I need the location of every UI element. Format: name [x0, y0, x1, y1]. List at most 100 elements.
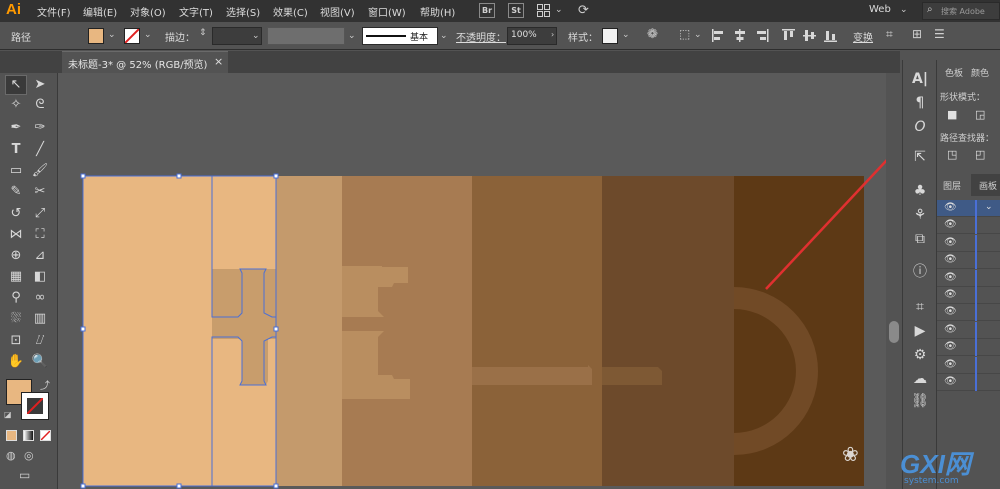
transform-panel-icon[interactable]: ⊞	[912, 27, 922, 41]
screen-mode-icon[interactable]: ▭	[19, 468, 30, 482]
gradient-tool-icon[interactable]: ◧	[31, 268, 49, 286]
rotate-tool-icon[interactable]: ↺	[7, 205, 25, 223]
panel-menu-icon[interactable]: ☰	[934, 27, 945, 41]
links-panel-icon[interactable]: ⛓	[911, 392, 929, 410]
align-bottom-icon[interactable]	[824, 29, 838, 42]
visibility-eye-icon[interactable]: 👁	[944, 376, 957, 387]
minus-front-icon[interactable]: ◲	[975, 108, 985, 121]
arrange-documents-icon[interactable]	[537, 4, 550, 17]
align-right-icon[interactable]	[755, 29, 769, 42]
tab-artboards[interactable]: 画板	[979, 179, 997, 192]
chevron-right-icon[interactable]: ›	[551, 30, 554, 39]
bridge-button[interactable]: Br	[479, 3, 495, 18]
character-panel-icon[interactable]: A|	[911, 70, 929, 88]
chevron-down-icon[interactable]: ⌄	[144, 30, 152, 40]
graphic-style-swatch[interactable]	[602, 28, 618, 44]
visibility-eye-icon[interactable]: 👁	[944, 254, 957, 265]
fill-swatch[interactable]	[88, 28, 104, 44]
color-mode-icon[interactable]	[6, 430, 17, 441]
align-top-icon[interactable]	[782, 29, 796, 42]
menu-help[interactable]: 帮助(H)	[420, 4, 455, 19]
align-center-icon[interactable]	[733, 29, 747, 42]
slice-tool-icon[interactable]: ⌰	[31, 332, 49, 350]
tab-layers[interactable]: 图层	[943, 179, 961, 192]
menu-edit[interactable]: 编辑(E)	[83, 4, 117, 19]
stepper-icon[interactable]: ⇕	[199, 28, 207, 38]
isolate-icon[interactable]: ⌗	[886, 27, 893, 42]
layer-row[interactable]: 👁	[937, 252, 1000, 270]
scrollbar-thumb[interactable]	[889, 321, 899, 343]
stock-button[interactable]: St	[508, 3, 524, 18]
shaper-tool-icon[interactable]: ✎	[7, 183, 25, 201]
tab-swatches[interactable]: 色板	[945, 66, 963, 79]
stroke-color-box[interactable]	[21, 392, 49, 420]
menu-type[interactable]: 文字(T)	[179, 4, 213, 19]
divide-icon[interactable]: ◳	[947, 148, 957, 161]
align-to-icon[interactable]: ⬚	[679, 27, 690, 41]
chevron-down-icon[interactable]: ⌄	[108, 30, 116, 40]
visibility-eye-icon[interactable]: 👁	[944, 359, 957, 370]
visibility-eye-icon[interactable]: 👁	[944, 324, 957, 335]
eyedropper-tool-icon[interactable]: ⚲	[7, 289, 25, 307]
symbols-panel-icon[interactable]: ♣	[911, 182, 929, 200]
actions-panel-icon[interactable]: ▶	[911, 322, 929, 340]
width-tool-icon[interactable]: ⋈	[7, 226, 25, 244]
info-panel-icon[interactable]: ⓘ	[911, 263, 929, 281]
mesh-tool-icon[interactable]: ▦	[7, 268, 25, 286]
search-box[interactable]: ⌕ 搜索 Adobe	[922, 2, 1000, 20]
align-left-icon[interactable]	[712, 29, 726, 42]
pen-tool-icon[interactable]: ✒	[7, 119, 25, 137]
chevron-down-icon[interactable]: ⌄	[348, 31, 356, 41]
direct-selection-tool-icon[interactable]: ➤	[31, 76, 49, 94]
zoom-tool-icon[interactable]: 🔍	[31, 353, 49, 371]
artboard[interactable]	[58, 73, 886, 489]
chevron-down-icon[interactable]: ⌄	[900, 5, 908, 15]
visibility-eye-icon[interactable]: 👁	[944, 341, 957, 352]
brushes-panel-icon[interactable]: ⚘	[911, 206, 929, 224]
visibility-eye-icon[interactable]: 👁	[944, 289, 957, 300]
free-transform-tool-icon[interactable]: ⛶	[31, 226, 49, 244]
opacity-label[interactable]: 不透明度：	[456, 29, 506, 44]
column-graph-tool-icon[interactable]: ▥	[31, 310, 49, 328]
layer-row[interactable]: 👁	[937, 269, 1000, 287]
variable-width-profile[interactable]	[267, 27, 345, 45]
menu-window[interactable]: 窗口(W)	[368, 4, 406, 19]
default-colors-icon[interactable]: ◪	[4, 410, 12, 419]
unite-icon[interactable]: ■	[947, 108, 957, 121]
menu-file[interactable]: 文件(F)	[37, 4, 71, 19]
perspective-grid-tool-icon[interactable]: ⊿	[31, 247, 49, 265]
visibility-eye-icon[interactable]: 👁	[944, 237, 957, 248]
menu-effect[interactable]: 效果(C)	[273, 4, 308, 19]
chevron-down-icon[interactable]: ⌄	[440, 31, 448, 41]
tab-color[interactable]: 颜色	[971, 66, 989, 79]
layer-row[interactable]: 👁	[937, 287, 1000, 304]
visibility-eye-icon[interactable]: 👁	[944, 202, 957, 213]
rectangle-tool-icon[interactable]: ▭	[7, 162, 25, 180]
recolor-artwork-icon[interactable]: ❁	[647, 27, 658, 42]
layer-row[interactable]: 👁	[937, 304, 1000, 322]
draw-inside-icon[interactable]: ◎	[24, 449, 34, 462]
menu-select[interactable]: 选择(S)	[226, 4, 260, 19]
layer-row[interactable]: 👁 ⌄	[937, 200, 1000, 217]
transform-link[interactable]: 变换	[853, 29, 873, 44]
brush-definition-field[interactable]: 基本	[362, 27, 438, 45]
close-icon[interactable]: ×	[214, 55, 223, 68]
layer-row[interactable]: 👁	[937, 356, 1000, 374]
opentype-panel-icon[interactable]: O	[911, 118, 929, 136]
menu-view[interactable]: 视图(V)	[320, 4, 355, 19]
chevron-down-icon[interactable]: ⌄	[694, 30, 702, 40]
transform-panel-icon[interactable]: ⌗	[911, 298, 929, 316]
draw-mode-icon[interactable]: ◍	[6, 449, 16, 462]
none-mode-icon[interactable]	[40, 430, 51, 441]
scale-tool-icon[interactable]: ⤢	[31, 205, 49, 223]
layer-row[interactable]: 👁	[937, 339, 1000, 357]
trim-icon[interactable]: ◰	[975, 148, 985, 161]
menu-object[interactable]: 对象(O)	[130, 4, 166, 19]
blend-tool-icon[interactable]: ∞	[31, 289, 49, 307]
scissors-tool-icon[interactable]: ✂	[31, 183, 49, 201]
opacity-field[interactable]: 100%	[507, 27, 557, 45]
layer-row[interactable]: 👁	[937, 217, 1000, 235]
visibility-eye-icon[interactable]: 👁	[944, 306, 957, 317]
paragraph-panel-icon[interactable]: ¶	[911, 94, 929, 112]
layer-row[interactable]: 👁	[937, 321, 1000, 339]
